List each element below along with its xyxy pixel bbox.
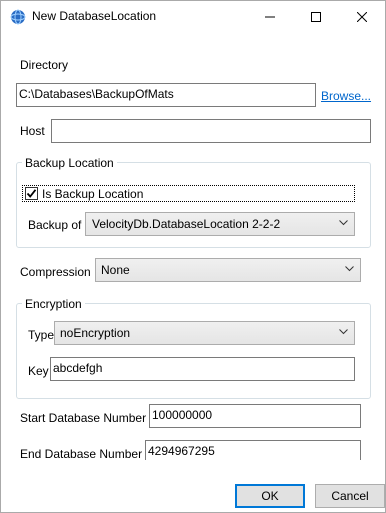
close-button[interactable] xyxy=(339,1,385,32)
ok-button-label: OK xyxy=(261,489,279,503)
chevron-down-icon xyxy=(339,329,348,335)
close-icon xyxy=(357,11,367,22)
backup-location-group-title: Backup Location xyxy=(22,156,117,170)
encryption-type-label: Type xyxy=(28,328,55,342)
database-icon xyxy=(10,9,26,25)
end-database-number-label: End Database Number xyxy=(20,447,143,461)
end-database-number-input[interactable]: 4294967295 xyxy=(145,440,361,460)
start-database-number-label: Start Database Number xyxy=(20,411,147,425)
directory-input[interactable]: C:\Databases\BackupOfMats xyxy=(16,83,316,107)
ok-button[interactable]: OK xyxy=(235,484,305,508)
start-database-number-input[interactable]: 100000000 xyxy=(149,404,361,428)
is-backup-location-checkbox[interactable] xyxy=(25,187,38,200)
encryption-key-label: Key xyxy=(28,364,49,378)
chevron-down-icon xyxy=(345,266,354,272)
maximize-button[interactable] xyxy=(293,1,339,32)
encryption-group-title: Encryption xyxy=(22,297,85,311)
compression-value: None xyxy=(101,263,130,277)
compression-select[interactable]: None xyxy=(95,258,361,282)
title-bar[interactable]: New DatabaseLocation xyxy=(1,1,385,32)
encryption-type-value: noEncryption xyxy=(60,326,131,340)
cancel-button[interactable]: Cancel xyxy=(315,484,385,508)
minimize-icon xyxy=(265,16,275,17)
backup-location-checkbox-row[interactable]: Is Backup Location xyxy=(22,185,355,202)
host-label: Host xyxy=(20,124,45,138)
encryption-group xyxy=(16,303,371,399)
encryption-type-select[interactable]: noEncryption xyxy=(54,321,355,345)
backup-of-label: Backup of xyxy=(28,218,82,232)
dialog-window: New DatabaseLocation Directory C:\Databa… xyxy=(0,0,386,513)
backup-of-value: VelocityDb.DatabaseLocation 2-2-2 xyxy=(92,217,281,231)
chevron-down-icon xyxy=(339,220,348,226)
host-input[interactable] xyxy=(51,119,371,143)
is-backup-location-label: Is Backup Location xyxy=(42,187,144,201)
directory-label: Directory xyxy=(20,58,69,72)
maximize-icon xyxy=(311,11,321,22)
backup-of-select[interactable]: VelocityDb.DatabaseLocation 2-2-2 xyxy=(85,212,355,236)
checkmark-icon xyxy=(26,189,37,198)
cancel-button-label: Cancel xyxy=(331,489,369,503)
window-title: New DatabaseLocation xyxy=(32,9,157,23)
browse-link[interactable]: Browse... xyxy=(321,89,371,103)
encryption-key-input[interactable]: abcdefgh xyxy=(50,357,355,381)
minimize-button[interactable] xyxy=(247,1,293,32)
compression-label: Compression xyxy=(20,265,91,279)
